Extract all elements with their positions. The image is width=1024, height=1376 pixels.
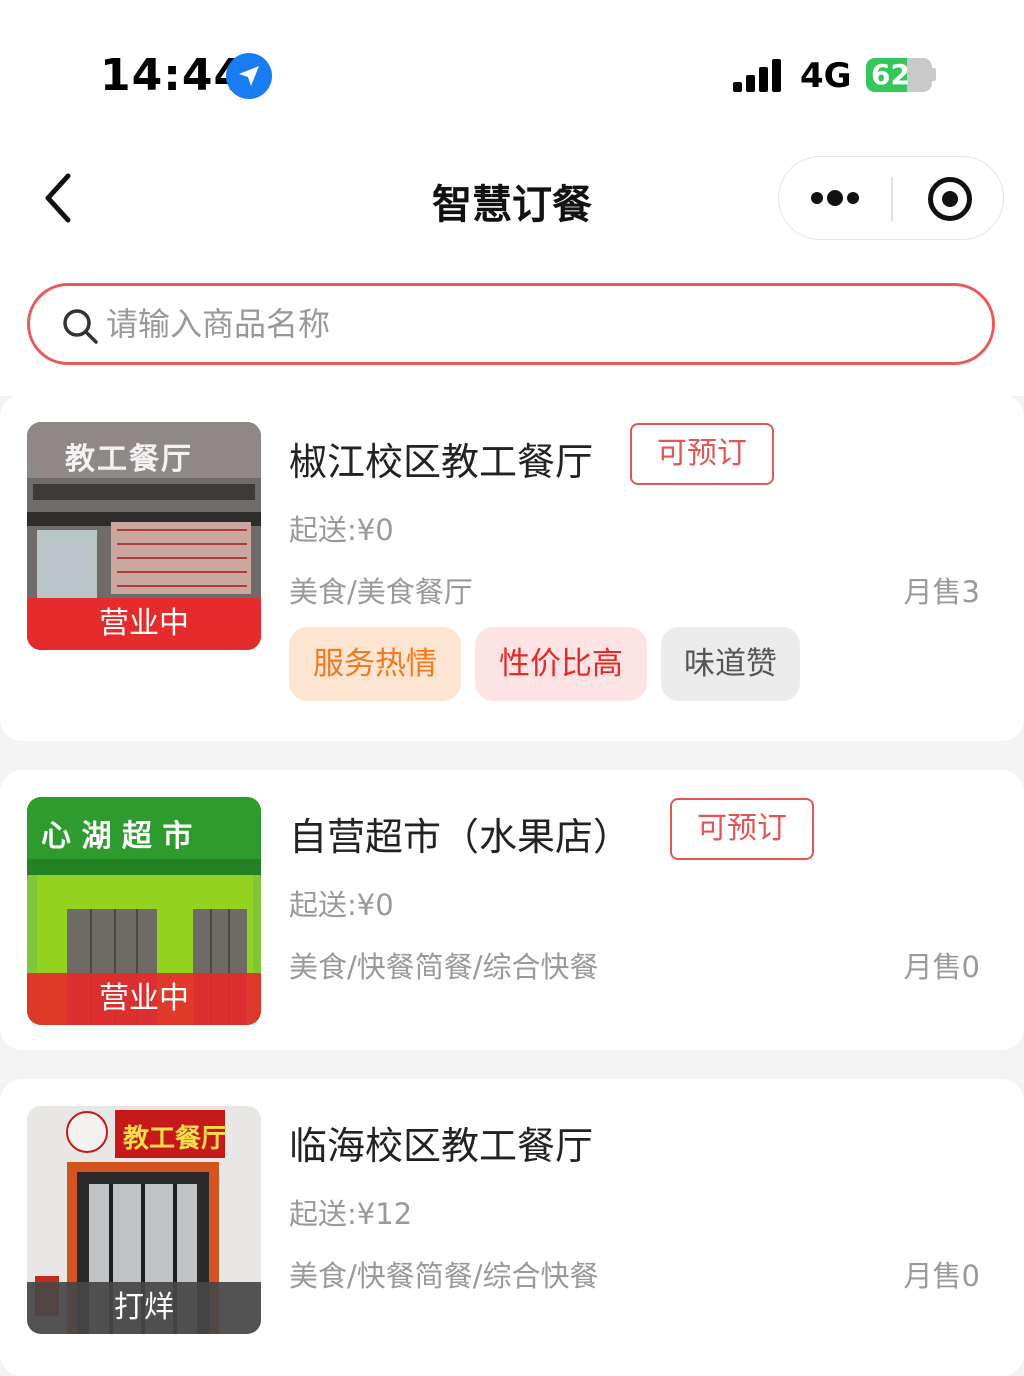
store-category: 美食/快餐简餐/综合快餐: [289, 1259, 599, 1293]
store-sign-text: 教工餐厅: [123, 1124, 228, 1154]
store-category: 美食/美食餐厅: [289, 575, 473, 609]
header-area: 14:44 4G 62 智慧订餐: [0, 0, 1024, 396]
min-order: 起送:¥0: [289, 888, 394, 922]
battery-icon: 62: [866, 58, 932, 92]
reservable-badge: 可预订: [630, 423, 774, 485]
review-tag: 服务热情: [289, 627, 461, 701]
search-box[interactable]: [27, 283, 995, 365]
mini-program-capsule: [778, 156, 1004, 240]
store-name: 临海校区教工餐厅: [289, 1124, 594, 1168]
status-time: 14:44: [100, 50, 246, 101]
store-status: 营业中: [27, 973, 261, 1025]
monthly-sales: 月售3: [903, 575, 980, 609]
network-type: 4G: [800, 56, 852, 96]
store-name: 自营超市（水果店）: [289, 815, 632, 859]
store-status: 营业中: [27, 598, 261, 650]
store-card[interactable]: 教工餐厅 打烊 临海校区教工餐厅 起送:¥12 美食/快餐简餐/综合快餐 月售0: [0, 1079, 1024, 1376]
min-order: 起送:¥0: [289, 513, 394, 547]
monthly-sales: 月售0: [903, 950, 980, 984]
store-sign-text: 教工餐厅: [65, 442, 193, 477]
store-name: 椒江校区教工餐厅: [289, 440, 594, 484]
store-photo: 教工餐厅 打烊: [27, 1106, 261, 1334]
location-arrow-icon: [226, 53, 272, 99]
store-photo: 教工餐厅 营业中: [27, 422, 261, 650]
store-photo: 心 湖 超 市 营业中: [27, 797, 261, 1025]
search-input[interactable]: [106, 296, 966, 352]
store-category: 美食/快餐简餐/综合快餐: [289, 950, 599, 984]
signal-strength-icon: [733, 58, 785, 92]
review-tag: 性价比高: [475, 627, 647, 701]
reservable-badge: 可预订: [670, 798, 814, 860]
more-dot-icon: [847, 192, 859, 204]
target-dot-icon: [942, 191, 958, 207]
store-card[interactable]: 心 湖 超 市 营业中 自营超市（水果店） 可预订 起送:¥0 美食/快餐简餐/…: [0, 770, 1024, 1050]
search-icon: [63, 309, 98, 344]
store-card[interactable]: 教工餐厅 营业中 椒江校区教工餐厅 可预订 起送:¥0 美食/美食餐厅 月售3 …: [0, 395, 1024, 741]
more-dot-icon: [827, 190, 843, 206]
close-mini-program-button[interactable]: [893, 157, 1005, 241]
battery-percent: 62: [871, 58, 910, 91]
store-status: 打烊: [27, 1282, 261, 1334]
store-sign-text: 心 湖 超 市: [41, 819, 193, 854]
more-dot-icon: [811, 192, 823, 204]
review-tag: 味道赞: [661, 627, 800, 701]
more-options-button[interactable]: [779, 157, 891, 241]
min-order: 起送:¥12: [289, 1197, 413, 1231]
monthly-sales: 月售0: [903, 1259, 980, 1293]
battery-tip: [932, 68, 936, 81]
